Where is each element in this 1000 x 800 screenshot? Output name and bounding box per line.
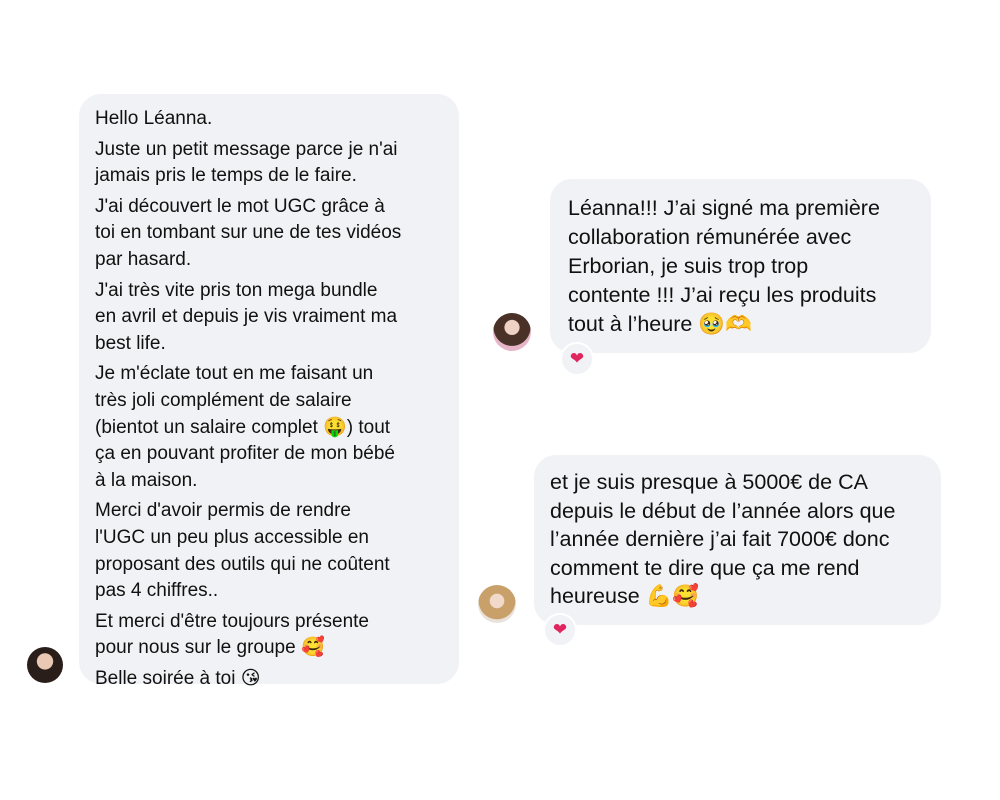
message-line: comment te dire que ça me rend	[550, 555, 860, 580]
message-line: et je suis presque à 5000€ de CA	[550, 470, 868, 494]
message-line: toi en tombant sur une de tes vidéos	[95, 222, 402, 244]
message-line: très joli complément de salaire	[95, 389, 352, 411]
message-line: (bientot un salaire complet 🤑) tout	[95, 416, 391, 438]
message-line: heureuse 💪🥰	[550, 584, 700, 608]
message-bubble-incoming[interactable]: Léanna!!! J’ai signé ma première collabo…	[550, 179, 931, 353]
message-line: Erborian, je suis trop trop	[568, 254, 809, 278]
message-paragraph: Merci d'avoir permis de rendre l'UGC un …	[95, 498, 443, 604]
message-line: pas 4 chiffres..	[95, 580, 219, 602]
message-paragraph: Juste un petit message parce je n'ai jam…	[95, 137, 443, 190]
message-paragraph: J'ai découvert le mot UGC grâce à toi en…	[95, 194, 443, 274]
message-paragraph: Et merci d'être toujours présente pour n…	[95, 609, 443, 662]
avatar-blonde-icon[interactable]	[478, 585, 516, 623]
message-paragraph: Je m'éclate tout en me faisant un très j…	[95, 361, 443, 494]
message-line: Belle soirée à toi 😘	[95, 667, 261, 689]
message-bubble-incoming[interactable]: Hello Léanna. Juste un petit message par…	[79, 94, 459, 689]
message-line: Léanna!!! J’ai signé ma première	[568, 196, 880, 220]
message-line: l'UGC un peu plus accessible en	[95, 526, 369, 548]
message-line: contente !!! J’ai reçu les produits	[568, 283, 877, 307]
message-line: pour nous sur le groupe 🥰	[95, 637, 325, 659]
message-line: tout à l’heure 🥹🫶	[568, 312, 752, 336]
avatar-pink-top-icon[interactable]	[493, 313, 531, 351]
message-paragraph: Hello Léanna.	[95, 106, 443, 133]
message-line: Merci d'avoir permis de rendre	[95, 500, 351, 522]
message-line: J'ai très vite pris ton mega bundle	[95, 279, 378, 301]
message-paragraph: J'ai très vite pris ton mega bundle en a…	[95, 278, 443, 358]
message-line: en avril et depuis je vis vraiment ma	[95, 306, 398, 328]
message-line: ça en pouvant profiter de mon bébé	[95, 443, 395, 465]
message-line: Je m'éclate tout en me faisant un	[95, 363, 374, 385]
message-paragraph: Belle soirée à toi 😘	[95, 666, 443, 693]
message-line: proposant des outils qui ne coûtent	[95, 553, 390, 575]
message-line: Hello Léanna.	[95, 108, 213, 129]
message-line: Et merci d'être toujours présente	[95, 610, 369, 632]
message-line: depuis le début de l’année alors que	[550, 498, 896, 523]
message-line: best life.	[95, 332, 166, 354]
message-line: par hasard.	[95, 248, 192, 270]
message-line: jamais pris le temps de le faire.	[95, 165, 357, 187]
message-line: Juste un petit message parce je n'ai	[95, 138, 398, 160]
heart-reaction-icon[interactable]: ❤	[560, 342, 594, 376]
heart-reaction-icon[interactable]: ❤	[543, 613, 577, 647]
message-line: à la maison.	[95, 469, 198, 491]
avatar-brunette-icon[interactable]	[27, 647, 63, 683]
message-line: collaboration rémunérée avec	[568, 225, 852, 249]
message-line: J'ai découvert le mot UGC grâce à	[95, 195, 385, 217]
message-line: l’année dernière j’ai fait 7000€ donc	[550, 527, 890, 551]
message-bubble-incoming[interactable]: et je suis presque à 5000€ de CA depuis …	[534, 455, 941, 625]
heart-icon: ❤	[569, 349, 585, 369]
heart-icon: ❤	[552, 620, 568, 640]
